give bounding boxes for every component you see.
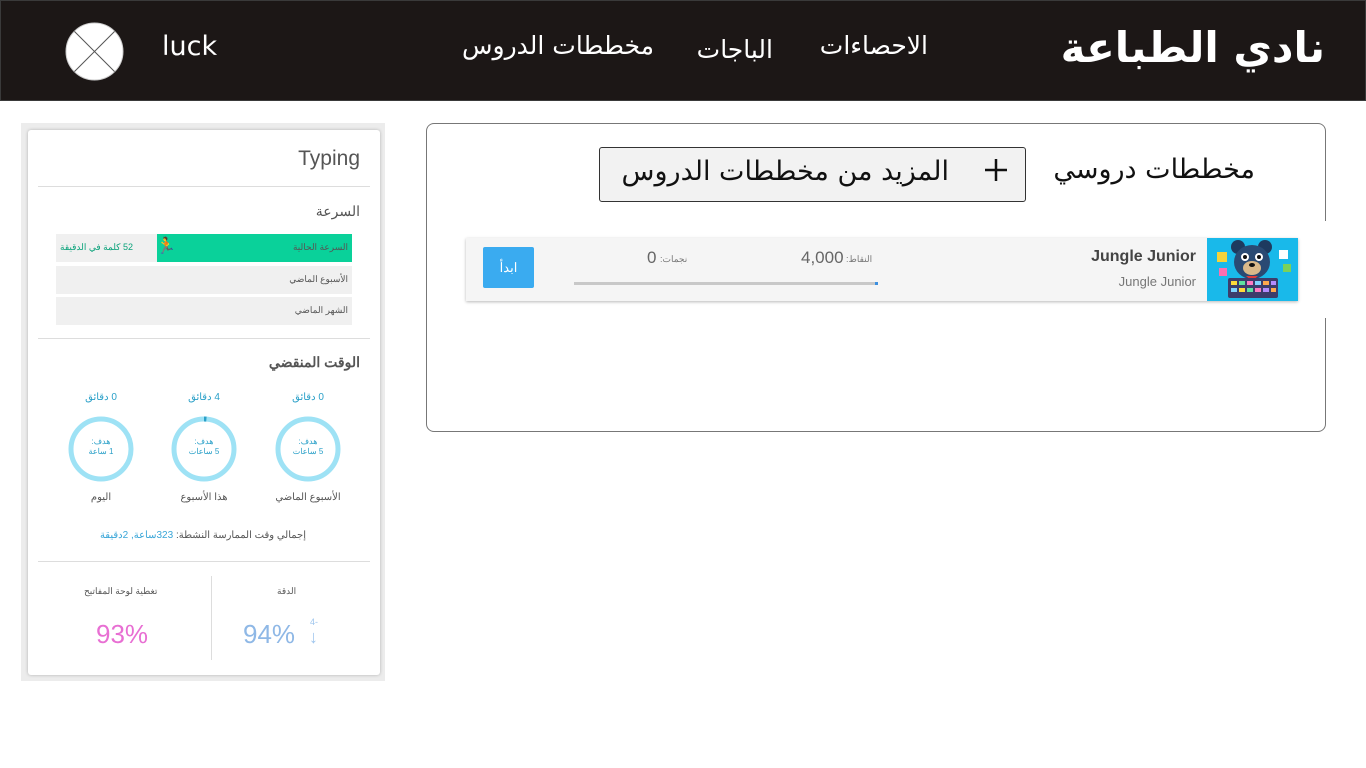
speed-label-last-month: الشهر الماضي: [294, 305, 348, 315]
panel-border-gap: [1323, 221, 1331, 318]
nav-link-stats[interactable]: الاحصاءات: [820, 31, 928, 60]
speed-row-last-week: الأسبوع الماضي: [56, 266, 352, 294]
speed-label-current: السرعة الحالية: [292, 242, 348, 252]
points-value: 4,000: [801, 248, 844, 267]
accuracy-value: 94%: [243, 619, 296, 649]
nav-link-badges[interactable]: الباجات: [697, 35, 773, 64]
speed-row-last-month: الشهر الماضي: [56, 297, 352, 325]
keyboard-coverage-value: 93%: [96, 619, 149, 649]
time-section-title: الوقت المنقضي: [268, 354, 360, 370]
more-lesson-plans-label: المزيد من مخططات الدروس: [621, 156, 949, 187]
ring-minutes: 4 دقائق: [188, 392, 220, 403]
course-subtitle: Jungle Junior: [1118, 274, 1196, 289]
plus-icon: [985, 159, 1007, 181]
ring-minutes: 0 دقائق: [292, 392, 324, 403]
arrow-down-icon: ↓: [309, 627, 318, 647]
course-progress-fill: [874, 282, 878, 285]
points-label: النقاط:: [846, 254, 873, 264]
speed-value-current: 52 كلمة في الدقيقة: [60, 242, 133, 252]
course-thumbnail: [1207, 238, 1298, 301]
stars-label: نجمات:: [660, 254, 688, 264]
keyboard-coverage-label: تغطية لوحة المفاتيح: [84, 586, 158, 596]
ring-goal-value: 1 ساعة: [88, 447, 114, 456]
divider: [38, 338, 370, 339]
jungle-junior-bear-icon: [1207, 238, 1298, 301]
username[interactable]: luck: [162, 31, 217, 62]
ring-goal-label: هدف:: [91, 437, 111, 446]
total-practice-time: إجمالي وقت الممارسة النشطة: 323ساعة, 2دق…: [100, 530, 306, 541]
stats-card-title: Typing: [298, 147, 360, 170]
top-navbar: نادي الطباعة الاحصاءات الباجات مخططات ال…: [0, 0, 1366, 101]
ring-goal-value: 5 ساعات: [292, 447, 324, 456]
vertical-divider: [211, 576, 212, 660]
course-progress-bar: [574, 282, 878, 285]
ring-caption: اليوم: [90, 492, 112, 503]
speed-section-title: السرعة: [315, 203, 360, 219]
my-lesson-plans-title: مخططات دروسي: [1053, 154, 1255, 185]
accuracy-delta: 4-: [310, 617, 319, 627]
course-card[interactable]: Jungle Junior Jungle Junior النقاط: 4,00…: [466, 238, 1298, 301]
stats-card: Typing السرعة 🏃 52 كلمة في الدقيقة السرع…: [28, 130, 380, 675]
ring-goal: هدف: 5 ساعات: [268, 437, 348, 457]
stars-value: 0: [647, 248, 657, 267]
more-lesson-plans-button[interactable]: المزيد من مخططات الدروس: [599, 147, 1026, 202]
nav-link-lesson-plans[interactable]: مخططات الدروس: [462, 31, 654, 60]
avatar-placeholder-icon[interactable]: [65, 22, 124, 81]
speed-row-current: 🏃 52 كلمة في الدقيقة السرعة الحالية: [56, 234, 352, 262]
ring-goal: هدف: 5 ساعات: [164, 437, 244, 457]
total-practice-label: إجمالي وقت الممارسة النشطة:: [175, 530, 306, 541]
site-brand[interactable]: نادي الطباعة: [1061, 23, 1325, 72]
divider: [38, 561, 370, 562]
ring-goal: هدف: 1 ساعة: [61, 437, 141, 457]
ring-minutes: 0 دقائق: [85, 392, 117, 403]
accuracy-label: الدقة: [277, 586, 297, 596]
lesson-plans-panel: مخططات دروسي المزيد من مخططات الدروس Jun…: [426, 123, 1331, 432]
divider: [38, 186, 370, 187]
ring-goal-value: 5 ساعات: [188, 447, 220, 456]
stats-widget: Typing السرعة 🏃 52 كلمة في الدقيقة السرع…: [21, 123, 385, 681]
course-name: Jungle Junior: [1091, 248, 1196, 265]
ring-goal-label: هدف:: [298, 437, 318, 446]
runner-icon: 🏃: [156, 238, 176, 255]
start-course-button[interactable]: ابدأ: [483, 247, 534, 288]
ring-caption: الأسبوع الماضي: [275, 492, 341, 503]
ring-goal-label: هدف:: [194, 437, 214, 446]
ring-caption: هذا الأسبوع: [180, 492, 228, 503]
speed-label-last-week: الأسبوع الماضي: [289, 274, 348, 284]
total-practice-value: 323ساعة, 2دقيقة: [99, 530, 174, 541]
